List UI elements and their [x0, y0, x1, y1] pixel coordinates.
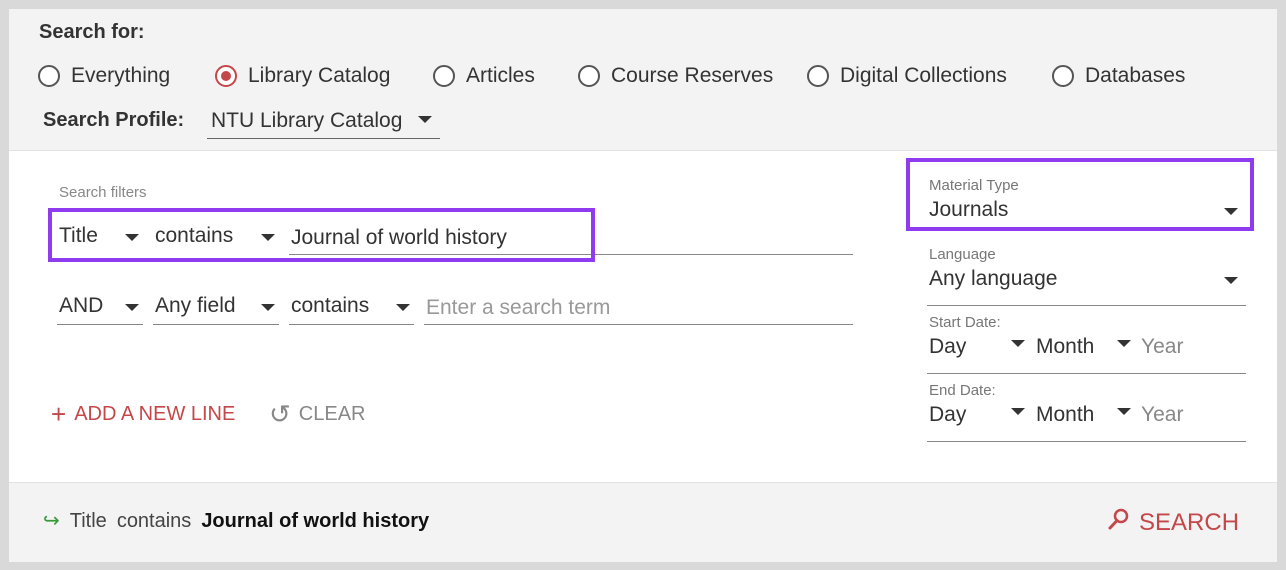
radio-button-icon: [433, 65, 455, 87]
advanced-search-panel: Search for: Everything Library Catalog A…: [9, 9, 1277, 562]
query-bar: ↪ Title contains Journal of world histor…: [9, 482, 1277, 562]
caret-down-icon: [1117, 408, 1131, 415]
reset-icon: ↺: [269, 399, 291, 429]
search-scope-section: Search for: Everything Library Catalog A…: [9, 9, 1277, 151]
radio-articles[interactable]: Articles: [433, 61, 535, 91]
caret-down-icon: [261, 304, 275, 311]
line1-search-term-input[interactable]: [289, 221, 853, 255]
line2-boolean-select[interactable]: AND: [57, 291, 143, 325]
search-filters-label: Search filters: [59, 184, 147, 201]
radio-button-icon: [1052, 65, 1074, 87]
language-select[interactable]: Language Any language: [927, 246, 1246, 306]
caret-down-icon: [125, 234, 139, 241]
line2-field-select[interactable]: Any field: [153, 291, 279, 325]
end-date-field: End Date: Day Month Year: [927, 382, 1246, 442]
radio-button-icon: [578, 65, 600, 87]
plus-icon: +: [51, 399, 67, 429]
start-day-select[interactable]: Day: [929, 335, 966, 359]
caret-down-icon: [1117, 340, 1131, 347]
search-profile-select[interactable]: NTU Library Catalog: [207, 106, 440, 139]
caret-down-icon: [418, 116, 432, 123]
start-month-select[interactable]: Month: [1036, 335, 1094, 359]
add-new-line-button[interactable]: + ADD A NEW LINE: [51, 399, 235, 429]
line2-operator-select[interactable]: contains: [289, 291, 414, 325]
end-day-select[interactable]: Day: [929, 403, 966, 427]
start-date-field: Start Date: Day Month Year: [927, 314, 1246, 374]
material-type-select[interactable]: Material Type Journals: [927, 177, 1246, 237]
line1-operator-select[interactable]: contains: [153, 221, 279, 255]
caret-down-icon: [1224, 208, 1238, 215]
end-year-input[interactable]: Year: [1141, 403, 1183, 427]
radio-library-catalog[interactable]: Library Catalog: [215, 61, 390, 91]
caret-down-icon: [1011, 408, 1025, 415]
search-profile-label: Search Profile:: [43, 109, 185, 131]
end-month-select[interactable]: Month: [1036, 403, 1094, 427]
start-year-input[interactable]: Year: [1141, 335, 1183, 359]
radio-everything[interactable]: Everything: [38, 61, 170, 91]
caret-down-icon: [125, 304, 139, 311]
search-for-label: Search for:: [39, 21, 145, 43]
radio-button-icon: [38, 65, 60, 87]
clear-button[interactable]: ↺ CLEAR: [269, 399, 366, 429]
radio-course-reserves[interactable]: Course Reserves: [578, 61, 773, 91]
query-preview: ↪ Title contains Journal of world histor…: [43, 510, 430, 532]
magnifier-icon: [1107, 507, 1131, 538]
radio-button-icon: [807, 65, 829, 87]
radio-digital-collections[interactable]: Digital Collections: [807, 61, 1007, 91]
radio-button-selected-icon: [215, 65, 237, 87]
caret-down-icon: [1011, 340, 1025, 347]
caret-down-icon: [1224, 277, 1238, 284]
caret-down-icon: [396, 304, 410, 311]
search-button[interactable]: SEARCH: [1107, 507, 1239, 538]
caret-down-icon: [261, 234, 275, 241]
line1-field-select[interactable]: Title: [57, 221, 143, 255]
return-arrow-icon: ↪: [43, 510, 60, 532]
line2-search-term-input[interactable]: [424, 291, 853, 325]
radio-databases[interactable]: Databases: [1052, 61, 1185, 91]
